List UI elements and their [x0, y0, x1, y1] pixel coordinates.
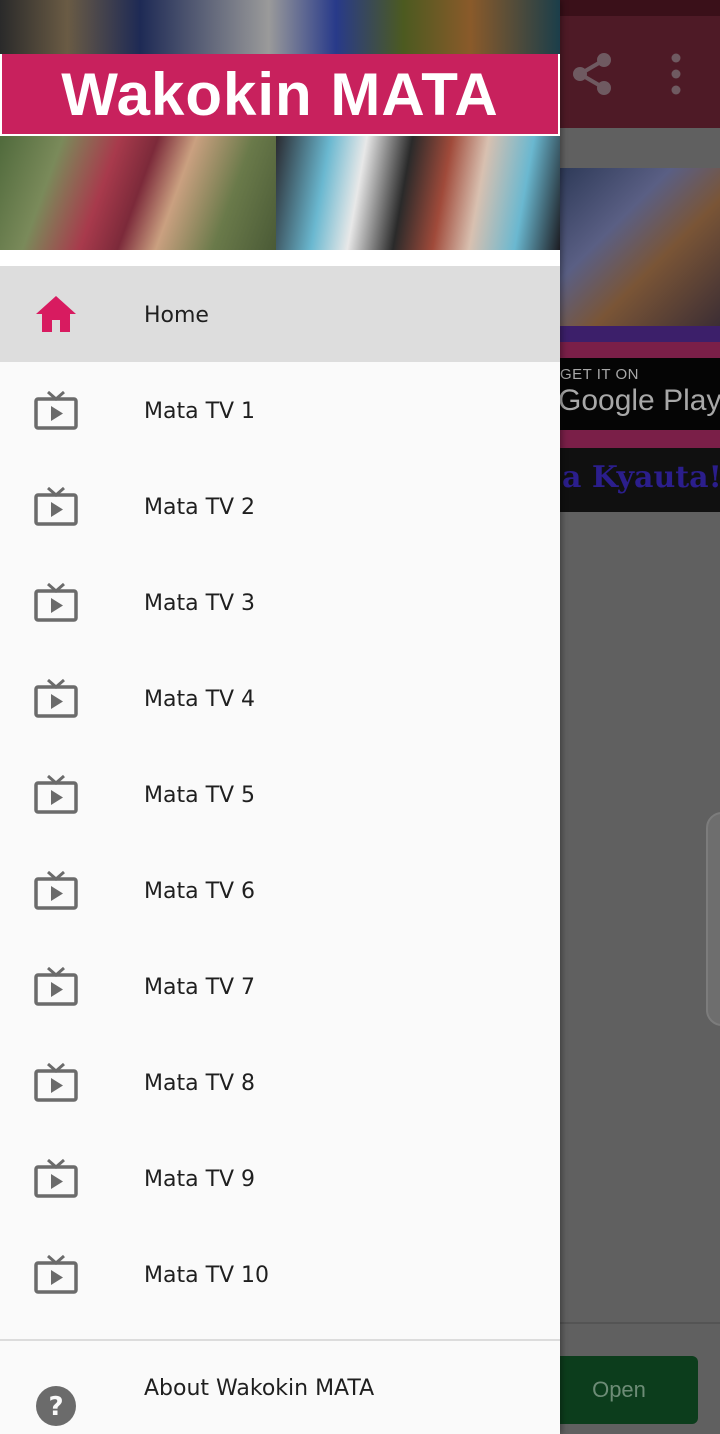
banner-divider [560, 342, 720, 358]
banner-divider [560, 430, 720, 448]
menu-item-label: Mata TV 1 [144, 399, 256, 424]
tv-icon [34, 582, 78, 622]
gplay-small-text: GET IT ON [560, 366, 639, 383]
menu-item-label: Mata TV 10 [144, 1263, 270, 1288]
drawer-header: Wakokin MATA [0, 0, 560, 266]
menu-item-label: Mata TV 2 [144, 495, 256, 520]
menu-item-mata-tv-10[interactable]: Mata TV 10 [0, 1226, 560, 1322]
header-photo-left [0, 136, 276, 250]
menu-item-label: Mata TV 6 [144, 879, 256, 904]
menu-item-mata-tv-9[interactable]: Mata TV 9 [0, 1130, 560, 1226]
menu-item-home[interactable]: Home [0, 266, 560, 362]
header-photo-right [276, 136, 560, 250]
menu-item-label: Mata TV 3 [144, 591, 256, 616]
banner-strip [560, 326, 720, 342]
open-button[interactable]: Open [540, 1356, 698, 1424]
help-icon: ? [36, 1386, 76, 1426]
tv-icon [34, 486, 78, 526]
menu-item-label: Home [144, 303, 209, 328]
promo-banner: a Kyauta! [560, 448, 720, 512]
home-icon [36, 296, 76, 332]
menu-item-mata-tv-4[interactable]: Mata TV 4 [0, 650, 560, 746]
more-options-button[interactable] [660, 50, 692, 98]
menu-item-label: Mata TV 5 [144, 783, 256, 808]
tv-icon [34, 1158, 78, 1198]
menu-item-label: About Wakokin MATA [144, 1376, 375, 1401]
share-icon [573, 53, 611, 95]
menu-item-mata-tv-8[interactable]: Mata TV 8 [0, 1034, 560, 1130]
menu-item-mata-tv-5[interactable]: Mata TV 5 [0, 746, 560, 842]
gplay-big-text: Google Play [560, 384, 720, 417]
more-vert-icon [671, 53, 681, 95]
menu-item-mata-tv-6[interactable]: Mata TV 6 [0, 842, 560, 938]
menu-item-mata-tv-3[interactable]: Mata TV 3 [0, 554, 560, 650]
menu-item-label: Mata TV 8 [144, 1071, 256, 1096]
menu-item-label: Mata TV 7 [144, 975, 256, 1000]
menu-item-label: Mata TV 9 [144, 1167, 256, 1192]
menu-item-about[interactable]: ? About Wakokin MATA [0, 1358, 560, 1434]
tv-icon [34, 966, 78, 1006]
header-collage-image [0, 0, 560, 54]
tv-icon [34, 390, 78, 430]
menu-item-mata-tv-2[interactable]: Mata TV 2 [0, 458, 560, 554]
menu-item-label: Mata TV 4 [144, 687, 256, 712]
bottom-divider [560, 1322, 720, 1324]
menu-item-mata-tv-7[interactable]: Mata TV 7 [0, 938, 560, 1034]
drawer-menu: Home Mata TV 1 Mata TV 2 Mata TV 3 Mata … [0, 266, 560, 1322]
share-button[interactable] [568, 50, 616, 98]
drawer-title-band: Wakokin MATA [2, 54, 558, 134]
svg-text:?: ? [48, 1392, 63, 1422]
banner-image [560, 168, 720, 328]
menu-item-mata-tv-1[interactable]: Mata TV 1 [0, 362, 560, 458]
navigation-drawer: Wakokin MATA Home Mata TV 1 Mata TV 2 Ma… [0, 0, 560, 1434]
tv-icon [34, 678, 78, 718]
tv-icon [34, 870, 78, 910]
tv-icon [34, 774, 78, 814]
tv-icon [34, 1254, 78, 1294]
tv-icon [34, 1062, 78, 1102]
edge-panel-handle[interactable] [706, 812, 720, 1026]
google-play-badge[interactable]: GET IT ON Google Play [560, 358, 720, 430]
drawer-title: Wakokin MATA [61, 60, 499, 128]
promo-text: a Kyauta! [562, 460, 720, 495]
menu-divider [0, 1339, 560, 1341]
